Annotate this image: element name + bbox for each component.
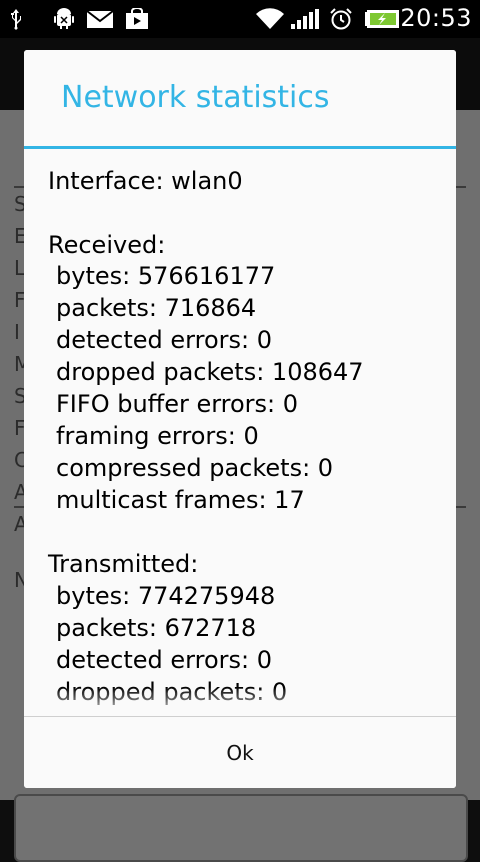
- battery-charging-icon: [365, 10, 399, 28]
- play-store-icon: [126, 8, 148, 29]
- ok-button[interactable]: Ok: [24, 717, 456, 788]
- scroll-fade: [24, 687, 456, 717]
- wifi-icon: [256, 8, 284, 30]
- background-button: [14, 794, 468, 862]
- mail-icon: [86, 10, 114, 28]
- received-compressed-packets: compressed packets: 0: [56, 454, 334, 482]
- usb-icon: [11, 9, 21, 30]
- status-time: 20:53: [400, 4, 472, 32]
- dialog-body[interactable]: Interface: wlan0 Received: bytes: 576616…: [24, 149, 456, 717]
- received-fifo-errors: FIFO buffer errors: 0: [56, 390, 299, 418]
- dialog-title: Network statistics: [61, 80, 330, 115]
- transmitted-heading: Transmitted:: [48, 550, 199, 578]
- received-packets: packets: 716864: [56, 294, 257, 322]
- received-bytes: bytes: 576616177: [56, 262, 276, 290]
- background-letter: I: [14, 320, 20, 344]
- network-statistics-dialog: Network statistics Interface: wlan0 Rece…: [24, 50, 456, 788]
- status-bar: 20:53: [0, 0, 480, 38]
- received-dropped-packets: dropped packets: 108647: [56, 358, 364, 386]
- transmitted-packets: packets: 672718: [56, 614, 257, 642]
- transmitted-detected-errors: detected errors: 0: [56, 646, 272, 674]
- received-heading: Received:: [48, 231, 166, 259]
- signal-icon: [291, 9, 319, 29]
- alarm-icon: [330, 8, 352, 30]
- received-framing-errors: framing errors: 0: [56, 422, 259, 450]
- interface-line: Interface: wlan0: [48, 167, 243, 195]
- android-debug-icon: [54, 8, 74, 29]
- dialog-header: Network statistics: [24, 50, 456, 146]
- transmitted-bytes: bytes: 774275948: [56, 582, 276, 610]
- received-detected-errors: detected errors: 0: [56, 326, 272, 354]
- received-multicast-frames: multicast frames: 17: [56, 486, 305, 514]
